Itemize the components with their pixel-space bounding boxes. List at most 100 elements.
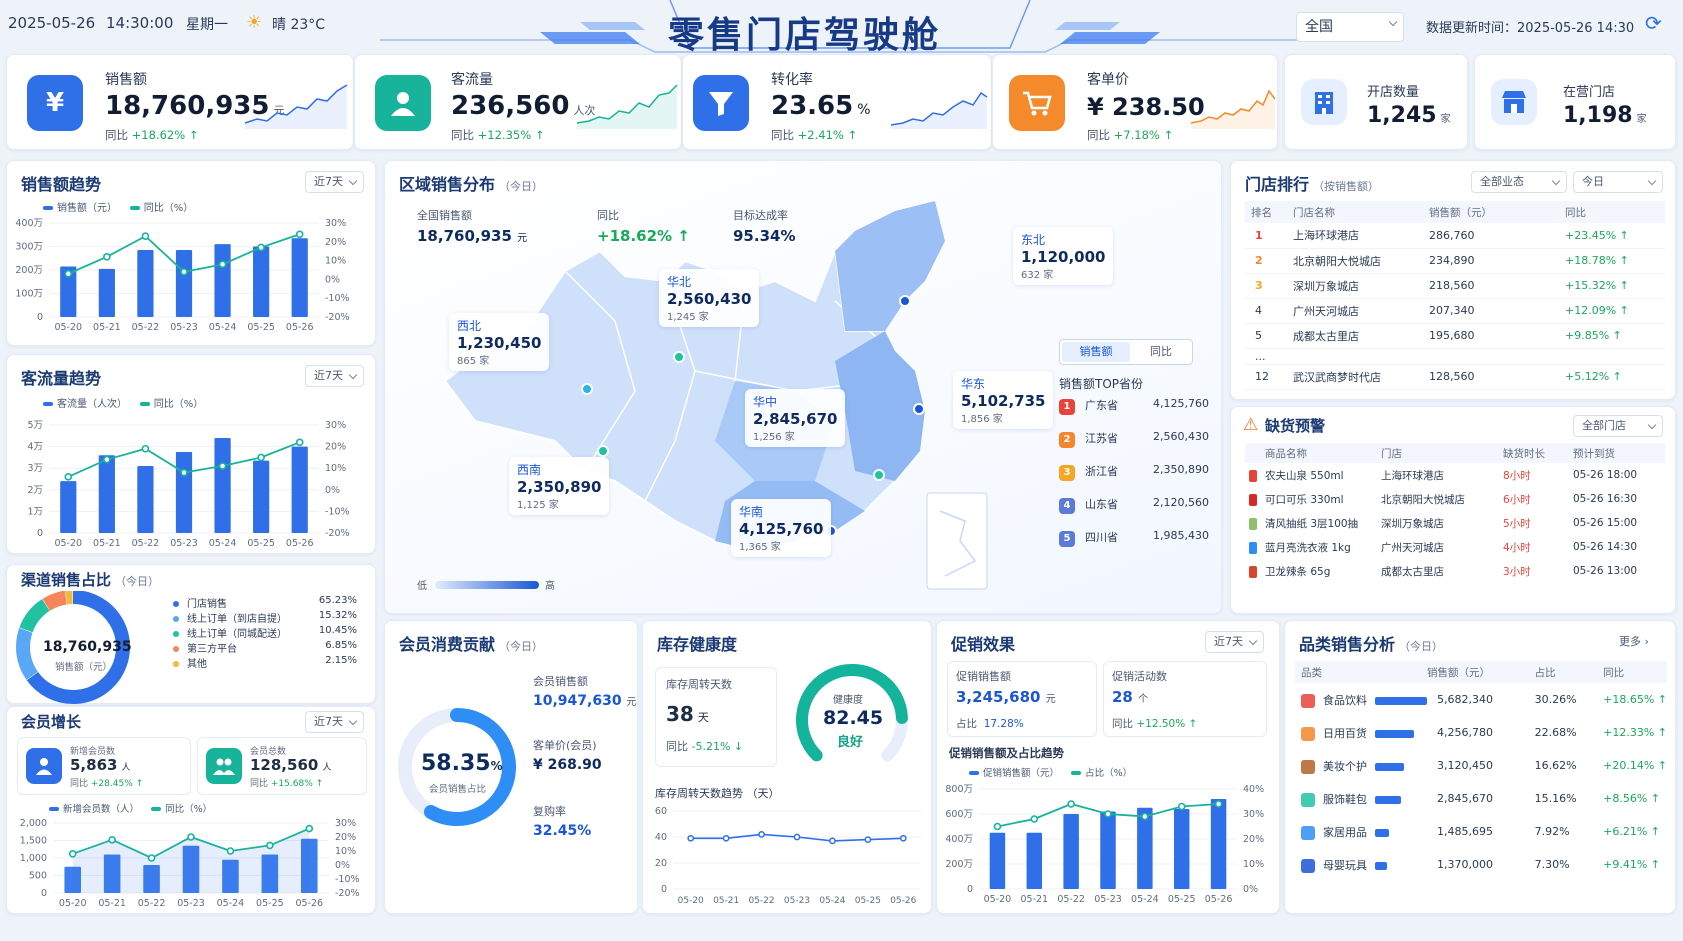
region-label-southwest[interactable]: 西南 2,350,890 1,125 家 xyxy=(509,457,610,515)
y2-tick-label: -20% xyxy=(325,528,350,539)
region-label-northeast[interactable]: 东北 1,120,000 632 家 xyxy=(1013,227,1114,285)
top-province-item[interactable]: 1 广东省 4,125,760 xyxy=(1059,397,1209,430)
member-contrib-pct-label: 会员销售占比 xyxy=(429,784,487,795)
region-label-east[interactable]: 华东 5,102,735 1,856 家 xyxy=(953,371,1054,429)
line-point xyxy=(180,268,188,276)
table-row[interactable]: ... xyxy=(1245,348,1665,364)
channel-name: 线上订单（到店自提） xyxy=(187,614,287,625)
region-label-central[interactable]: 华中 2,845,670 1,256 家 xyxy=(745,389,846,447)
member-growth-range-select[interactable]: 近7天 xyxy=(305,711,364,733)
stockout-col-duration: 缺货时长 xyxy=(1503,447,1545,460)
table-row[interactable]: 美妆个护 3,120,450 16.62% +20.14% ↑ xyxy=(1295,749,1667,782)
table-row[interactable]: 5 成都太古里店 195,680 +9.85% ↑ xyxy=(1245,323,1665,348)
ranking-col-sales: 销售额（元） xyxy=(1429,206,1492,219)
top-province-item[interactable]: 4 山东省 2,120,560 xyxy=(1059,496,1209,529)
table-row[interactable]: 农夫山泉 550ml 上海环球港店 8小时 05-26 18:00 xyxy=(1245,463,1665,487)
y2-tick-label: 0% xyxy=(325,485,340,496)
x-tick-label: 05-20 xyxy=(54,538,82,549)
promo-sales-label: 促销销售额 xyxy=(956,670,1011,683)
channel-legend-item: 线上订单（同城配送） 10.45% xyxy=(173,625,357,640)
sales-trend-legend: 销售额（元） 同比（%） xyxy=(43,199,193,214)
table-row[interactable]: 3 深圳万象城店 218,560 +15.32% ↑ xyxy=(1245,273,1665,298)
table-row[interactable]: 4 广州天河城店 207,340 +12.09% ↑ xyxy=(1245,298,1665,323)
table-row[interactable]: 清风抽纸 3层100抽 深圳万象城店 5小时 05-26 15:00 xyxy=(1245,511,1665,535)
sales-trend-chart: 400万 300万 200万 100万 0 30% 20% 10% 0% -10% -20% 05-2… xyxy=(15,218,349,333)
sales-cell xyxy=(1429,348,1565,364)
traffic-trend-card: 客流量趋势 近7天 客流量（人次） 同比（%） 5万 4万 3万 2万 1万 0 30% 20… xyxy=(6,354,376,554)
top-province-item[interactable]: 3 浙江省 2,350,890 xyxy=(1059,463,1209,496)
health-value: 82.45 xyxy=(823,707,884,729)
top-province-item[interactable]: 2 江苏省 2,560,430 xyxy=(1059,430,1209,463)
region-select[interactable]: 全国 xyxy=(1296,12,1404,42)
table-row[interactable]: 2 北京朝阳大悦城店 234,890 +18.78% ↑ xyxy=(1245,248,1665,273)
table-row[interactable]: 服饰鞋包 2,845,670 15.16% +8.56% ↑ xyxy=(1295,782,1667,815)
map-dot[interactable] xyxy=(899,295,911,307)
kpi-conversion-value: 23.65% xyxy=(771,91,871,121)
map-dot[interactable] xyxy=(673,351,685,363)
table-row[interactable]: 卫龙辣条 65g 成都太古里店 3小时 05-26 13:00 xyxy=(1245,559,1665,583)
table-row[interactable]: 1 上海环球港店 286,760 +23.45% ↑ xyxy=(1245,223,1665,248)
x-tick-label: 05-23 xyxy=(784,896,810,906)
kpi-traffic-label: 客流量 xyxy=(451,72,493,88)
map-dot[interactable] xyxy=(913,403,925,415)
channel-pct: 10.45% xyxy=(318,625,357,636)
bar-mark xyxy=(291,446,308,533)
promo-range-select[interactable]: 近7天 xyxy=(1205,631,1264,653)
y2-tick-label: 10% xyxy=(335,846,356,857)
channel-name: 门店销售 xyxy=(187,599,227,610)
region-label-northwest[interactable]: 西北 1,230,450 865 家 xyxy=(449,313,550,371)
duration-cell: 8小时 xyxy=(1503,469,1531,482)
y-tick-label: 40 xyxy=(655,832,667,843)
new-member-value: 5,863 人 xyxy=(70,756,131,774)
traffic-trend-range-select[interactable]: 近7天 xyxy=(305,365,364,387)
refresh-icon[interactable]: ⟳ xyxy=(1645,11,1662,35)
map-dot[interactable] xyxy=(873,469,885,481)
table-row[interactable]: 家居用品 1,485,695 7.92% +6.21% ↑ xyxy=(1295,815,1667,848)
toggle-yoy-button[interactable]: 同比 xyxy=(1132,342,1190,362)
toggle-sales-button[interactable]: 销售额 xyxy=(1062,342,1130,362)
table-row[interactable]: 蓝月亮洗衣液 1kg 广州天河城店 4小时 05-26 14:30 xyxy=(1245,535,1665,559)
top-provinces-list: 1 广东省 4,125,760 2 江苏省 2,560,430 3 浙江省 2,350,890 4… xyxy=(1059,397,1209,562)
channel-name: 第三方平台 xyxy=(187,644,237,655)
x-tick-label: 05-26 xyxy=(286,538,314,549)
kpi-sales-yoy: 同比 +18.62% ↑ xyxy=(105,128,199,142)
x-tick-label: 05-20 xyxy=(984,894,1012,905)
category-bar xyxy=(1375,762,1404,771)
building-icon xyxy=(1301,79,1347,125)
map-dot[interactable] xyxy=(581,383,593,395)
table-row[interactable]: 可口可乐 330ml 北京朝阳大悦城店 6小时 05-26 16:30 xyxy=(1245,487,1665,511)
stockout-title: 缺货预警 xyxy=(1265,417,1326,435)
ranking-date-select[interactable]: 今日 xyxy=(1573,171,1663,193)
ranking-format-select[interactable]: 全部业态 xyxy=(1471,171,1567,193)
category-more-link[interactable]: 更多 › xyxy=(1619,633,1649,649)
x-tick-label: 05-25 xyxy=(855,896,881,906)
store-name-cell: 广州天河城店 xyxy=(1293,304,1359,318)
stockout-store-select[interactable]: 全部门店 xyxy=(1573,415,1663,437)
sales-trend-range-select[interactable]: 近7天 xyxy=(305,171,364,193)
kpi-aov-yoy: 同比 +7.18% ↑ xyxy=(1087,128,1174,142)
member-aov-value: ¥ 268.90 xyxy=(533,757,602,773)
table-row[interactable]: 日用百货 4,256,780 22.68% +12.33% ↑ xyxy=(1295,716,1667,749)
top-province-item[interactable]: 5 四川省 1,985,430 xyxy=(1059,529,1209,562)
promo-share: 占比 17.28% xyxy=(956,718,1024,730)
store-cell: 广州天河城店 xyxy=(1381,541,1444,554)
y2-tick-label: -10% xyxy=(335,874,360,885)
category-col-share: 占比 xyxy=(1534,666,1556,679)
region-label-south[interactable]: 华南 4,125,760 1,365 家 xyxy=(731,499,832,557)
header-date: 2025-05-26 xyxy=(8,14,96,32)
y-tick-label: 600万 xyxy=(945,809,973,820)
line-point xyxy=(793,833,801,841)
member-growth-title: 会员增长 xyxy=(21,713,82,731)
stockout-col-eta: 预计到货 xyxy=(1573,447,1615,460)
y-tick-label: 200万 xyxy=(945,859,973,870)
member-contrib-title: 会员消费贡献 （今日） xyxy=(399,635,544,654)
y-tick-label: 60 xyxy=(655,806,667,817)
sales-cell: 286,760 xyxy=(1429,228,1475,242)
table-row[interactable]: 母婴玩具 1,370,000 7.30% +9.41% ↑ xyxy=(1295,848,1667,881)
table-row[interactable]: 食品饮料 5,682,340 30.26% +18.65% ↑ xyxy=(1295,683,1667,716)
region-label-north[interactable]: 华北 2,560,430 1,245 家 xyxy=(659,269,760,327)
region-card: 区域销售分布 （今日） 全国销售额 18,760,935 元 同比 +18.62%… xyxy=(384,160,1222,614)
map-dot[interactable] xyxy=(597,445,609,457)
table-row[interactable]: 12 武汉武商梦时代店 128,560 +5.12% ↑ xyxy=(1245,364,1665,389)
bar-mark xyxy=(98,268,115,317)
